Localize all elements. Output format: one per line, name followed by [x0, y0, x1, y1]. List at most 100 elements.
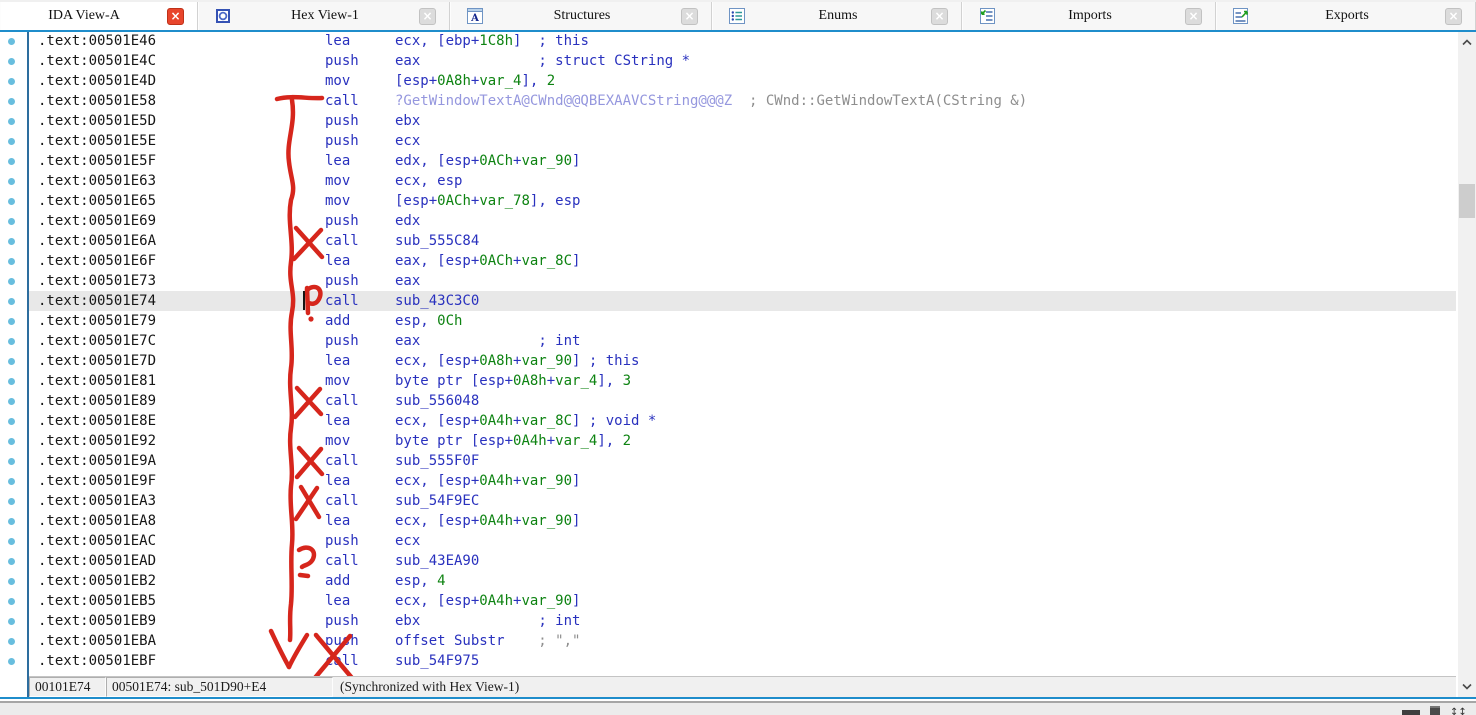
address: .text:00501E63 [38, 171, 156, 191]
asm-line[interactable]: .text:00501EACpushecx [0, 531, 1456, 551]
operands: sub_555F0F [395, 451, 479, 471]
tab-hex-view-1[interactable]: Hex View-1 × [198, 2, 450, 30]
address: .text:00501EAD [38, 551, 156, 571]
operands: eax ; struct CString * [395, 51, 690, 71]
asm-line[interactable]: .text:00501E65mov[esp+0ACh+var_78], esp [0, 191, 1456, 211]
asm-line[interactable]: .text:00501E6Fleaeax, [esp+0ACh+var_8C] [0, 251, 1456, 271]
address: .text:00501E73 [38, 271, 156, 291]
scroll-up-button[interactable] [1458, 34, 1476, 51]
asm-line[interactable]: .text:00501E8Eleaecx, [esp+0A4h+var_8C] … [0, 411, 1456, 431]
asm-line[interactable]: .text:00501E81movbyte ptr [esp+0A8h+var_… [0, 371, 1456, 391]
address: .text:00501E81 [38, 371, 156, 391]
line-marker-dot [8, 658, 15, 665]
asm-line[interactable]: .text:00501E9Acallsub_555F0F [0, 451, 1456, 471]
status-sync: (Synchronized with Hex View-1) [333, 677, 524, 697]
asm-line[interactable]: .text:00501EB5leaecx, [esp+0A4h+var_90] [0, 591, 1456, 611]
mnemonic: lea [325, 591, 350, 611]
operands: byte ptr [esp+0A8h+var_4], 3 [395, 371, 631, 391]
operands: sub_54F975 [395, 651, 479, 671]
line-marker-dot [8, 318, 15, 325]
asm-line[interactable]: .text:00501E4Cpusheax ; struct CString * [0, 51, 1456, 71]
mnemonic: push [325, 271, 359, 291]
mnemonic: call [325, 491, 359, 511]
mnemonic: call [325, 91, 359, 111]
mnemonic: call [325, 451, 359, 471]
asm-line[interactable]: .text:00501E5Epushecx [0, 131, 1456, 151]
scroll-down-button[interactable] [1458, 678, 1476, 695]
asm-line[interactable]: .text:00501EBFcallsub_54F975 [0, 651, 1456, 671]
tab-enums[interactable]: Enums × [712, 2, 962, 30]
dock-icon [1402, 710, 1420, 715]
asm-line[interactable]: .text:00501EADcallsub_43EA90 [0, 551, 1456, 571]
asm-line[interactable]: .text:00501E6Acallsub_555C84 [0, 231, 1456, 251]
asm-line[interactable]: .text:00501E5Fleaedx, [esp+0ACh+var_90] [0, 151, 1456, 171]
tab-imports[interactable]: Imports × [962, 2, 1216, 30]
mnemonic: push [325, 131, 359, 151]
asm-line[interactable]: .text:00501E58call?GetWindowTextA@CWnd@@… [0, 91, 1456, 111]
vertical-scrollbar[interactable] [1458, 32, 1476, 697]
tab-exports[interactable]: Exports × [1216, 2, 1476, 30]
address: .text:00501E79 [38, 311, 156, 331]
line-marker-dot [8, 378, 15, 385]
close-icon[interactable]: × [931, 8, 948, 25]
operands: ecx, [esp+0A4h+var_8C] ; void * [395, 411, 656, 431]
asm-line[interactable]: .text:00501E46leaecx, [ebp+1C8h] ; this [0, 31, 1456, 51]
asm-line[interactable]: .text:00501EBApushoffset Substr ; "," [0, 631, 1456, 651]
asm-line[interactable]: .text:00501E74callsub_43C3C0 [0, 291, 1456, 311]
close-icon[interactable]: × [1185, 8, 1202, 25]
asm-line[interactable]: .text:00501E7Dleaecx, [esp+0A8h+var_90] … [0, 351, 1456, 371]
line-marker-dot [8, 638, 15, 645]
mnemonic: lea [325, 471, 350, 491]
tab-ida-view-a[interactable]: IDA View-A × [0, 2, 198, 30]
asm-line[interactable]: .text:00501E69pushedx [0, 211, 1456, 231]
mnemonic: lea [325, 31, 350, 51]
operands: ecx, [esp+0A8h+var_90] ; this [395, 351, 639, 371]
asm-line[interactable]: .text:00501EA3callsub_54F9EC [0, 491, 1456, 511]
operands: offset Substr ; "," [395, 631, 580, 651]
mnemonic: push [325, 611, 359, 631]
close-icon[interactable]: × [167, 8, 184, 25]
asm-line[interactable]: .text:00501E63movecx, esp [0, 171, 1456, 191]
asm-line[interactable]: .text:00501E79addesp, 0Ch [0, 311, 1456, 331]
mnemonic: call [325, 291, 359, 311]
address: .text:00501E65 [38, 191, 156, 211]
operands: ecx, esp [395, 171, 462, 191]
tab-label: Exports [1249, 8, 1445, 24]
address: .text:00501E7D [38, 351, 156, 371]
line-marker-dot [8, 78, 15, 85]
line-marker-dot [8, 258, 15, 265]
tab-structures[interactable]: A Structures × [450, 2, 712, 30]
operands: ebx [395, 111, 420, 131]
asm-line[interactable]: .text:00501EB9pushebx ; int [0, 611, 1456, 631]
scrollbar-thumb[interactable] [1459, 184, 1475, 218]
operands: sub_555C84 [395, 231, 479, 251]
line-marker-dot [8, 358, 15, 365]
asm-line[interactable]: .text:00501E92movbyte ptr [esp+0A4h+var_… [0, 431, 1456, 451]
operands: esp, 0Ch [395, 311, 462, 331]
address: .text:00501E5F [38, 151, 156, 171]
operands: ecx, [esp+0A4h+var_90] [395, 511, 580, 531]
operands: sub_43EA90 [395, 551, 479, 571]
asm-line[interactable]: .text:00501E4Dmov[esp+0A8h+var_4], 2 [0, 71, 1456, 91]
asm-line[interactable]: .text:00501E5Dpushebx [0, 111, 1456, 131]
asm-line[interactable]: .text:00501EA8leaecx, [esp+0A4h+var_90] [0, 511, 1456, 531]
operands: ecx, [esp+0A4h+var_90] [395, 471, 580, 491]
close-icon[interactable]: × [419, 8, 436, 25]
operands: byte ptr [esp+0A4h+var_4], 2 [395, 431, 631, 451]
address: .text:00501E58 [38, 91, 156, 111]
operands: ecx, [ebp+1C8h] ; this [395, 31, 589, 51]
mnemonic: lea [325, 411, 350, 431]
asm-line[interactable]: .text:00501E7Cpusheax ; int [0, 331, 1456, 351]
address: .text:00501E4C [38, 51, 156, 71]
asm-line[interactable]: .text:00501E73pusheax [0, 271, 1456, 291]
operands: edx, [esp+0ACh+var_90] [395, 151, 580, 171]
line-marker-dot [8, 58, 15, 65]
operands: [esp+0A8h+var_4], 2 [395, 71, 555, 91]
asm-line[interactable]: .text:00501E89callsub_556048 [0, 391, 1456, 411]
asm-line[interactable]: .text:00501E9Fleaecx, [esp+0A4h+var_90] [0, 471, 1456, 491]
close-icon[interactable]: × [681, 8, 698, 25]
close-icon[interactable]: × [1445, 8, 1462, 25]
operands: sub_556048 [395, 391, 479, 411]
operands: edx [395, 211, 420, 231]
asm-line[interactable]: .text:00501EB2addesp, 4 [0, 571, 1456, 591]
